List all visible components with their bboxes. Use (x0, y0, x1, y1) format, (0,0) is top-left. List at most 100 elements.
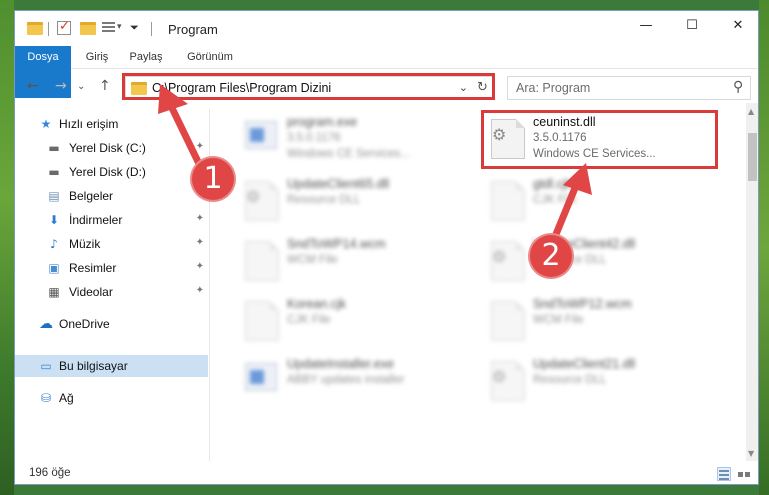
status-bar: 196 öğe (15, 463, 758, 484)
scroll-down-icon[interactable]: ▼ (748, 449, 754, 458)
sidebar-item-label: İndirmeler (69, 213, 123, 227)
documents-icon: ▤ (48, 189, 60, 203)
gear-icon: ⚙ (246, 187, 261, 206)
file-name: Korean.cjk (287, 297, 347, 311)
title-bar: ▾ ⏷ Program — ☐ ✕ (15, 11, 758, 45)
file-icon (245, 301, 279, 341)
sidebar-item-label: Belgeler (69, 189, 114, 203)
sidebar-item-onedrive[interactable]: ☁ OneDrive (15, 313, 208, 335)
qat-menu-icon[interactable]: ⏷ (130, 21, 139, 35)
file-type: CJK File (287, 314, 331, 326)
file-item[interactable]: SndToWP12.wcm WCM File (483, 295, 718, 347)
sidebar-item-label: OneDrive (59, 317, 110, 331)
close-button[interactable]: ✕ (715, 11, 758, 41)
computer-icon: ▭ (40, 359, 52, 373)
sidebar-item-music[interactable]: ♪ Müzik ✦ (15, 233, 208, 255)
divider (48, 22, 49, 36)
file-type: WCM File (533, 314, 584, 326)
network-icon: ⛁ (40, 391, 52, 405)
sidebar-item-pictures[interactable]: ▣ Resimler ✦ (15, 257, 208, 279)
file-name: UpdateClient21.dll (533, 357, 636, 371)
file-name: program.exe (287, 115, 358, 129)
details-view-button[interactable] (717, 467, 731, 481)
sidebar-item-this-pc[interactable]: ▭ Bu bilgisayar (15, 355, 208, 377)
file-item[interactable]: Korean.cjk CJK File (237, 295, 472, 347)
callout-step-2: 2 (530, 235, 572, 277)
star-icon: ★ (40, 117, 52, 131)
back-button[interactable]: ← (27, 78, 39, 94)
sidebar-item-quick-access[interactable]: ★ Hızlı erişim (15, 113, 208, 135)
file-item[interactable]: ⚙ UpdateClient42.dll Resource DLL (483, 235, 718, 287)
desktop-background-right (759, 0, 769, 495)
tab-share[interactable]: Paylaş (123, 46, 169, 69)
pin-icon[interactable]: ✦ (196, 261, 204, 272)
pin-icon[interactable]: ✦ (196, 237, 204, 248)
address-highlight-box (122, 73, 495, 100)
file-description: Windows CE Services... (287, 148, 410, 160)
file-item[interactable]: SndToWP14.wcm WCM File (237, 235, 472, 287)
recent-locations-button[interactable]: ⌄ (77, 81, 85, 92)
minimize-button[interactable]: — (623, 11, 669, 41)
sidebar-item-documents[interactable]: ▤ Belgeler ✦ (15, 185, 208, 207)
pin-icon[interactable]: ✦ (196, 141, 204, 152)
qat-dropdown-icon[interactable]: ▾ (117, 22, 122, 32)
navigation-pane: ★ Hızlı erişim ▬ Yerel Disk (C:) ✦ ▬ Yer… (15, 109, 210, 461)
exe-icon (245, 363, 277, 391)
sidebar-item-disk-d[interactable]: ▬ Yerel Disk (D:) (15, 161, 208, 183)
pictures-icon: ▣ (48, 261, 60, 275)
folder-icon (27, 22, 43, 35)
tab-home[interactable]: Giriş (77, 46, 117, 69)
search-box[interactable]: Ara: Program ⚲ (507, 76, 751, 100)
file-item[interactable]: ⚙ UpdateClient21.dll Resource DLL (483, 355, 718, 407)
search-input[interactable]: Ara: Program (516, 81, 590, 95)
sidebar-item-label: Resimler (69, 261, 117, 275)
file-version: 3.5.0.1176 (287, 132, 341, 144)
sidebar-item-downloads[interactable]: ⬇ İndirmeler ✦ (15, 209, 208, 231)
sidebar-item-label: Hızlı erişim (59, 117, 119, 131)
file-name: SndToWP12.wcm (533, 297, 632, 311)
item-count: 196 öğe (29, 467, 71, 479)
download-icon: ⬇ (48, 213, 60, 227)
file-type: Resource DLL (287, 194, 361, 206)
video-icon: ▦ (48, 285, 60, 299)
sidebar-item-videos[interactable]: ▦ Videolar ✦ (15, 281, 208, 303)
file-highlight-box (481, 110, 718, 169)
scroll-up-icon[interactable]: ▲ (748, 107, 754, 116)
new-folder-icon[interactable] (80, 22, 96, 35)
file-item[interactable]: program.exe 3.5.0.1176 Windows CE Servic… (237, 113, 472, 165)
large-icons-view-button[interactable] (737, 467, 751, 481)
file-name: SndToWP14.wcm (287, 237, 386, 251)
maximize-button[interactable]: ☐ (669, 11, 715, 41)
window-title: Program (168, 22, 218, 37)
file-item[interactable]: gtdl.cjk CJK File (483, 175, 718, 227)
sidebar-item-network[interactable]: ⛁ Ağ (15, 387, 208, 409)
pin-icon[interactable]: ✦ (196, 285, 204, 296)
sidebar-item-disk-c[interactable]: ▬ Yerel Disk (C:) ✦ (15, 137, 208, 159)
scrollbar-thumb[interactable] (748, 133, 757, 181)
sidebar-item-label: Bu bilgisayar (59, 359, 128, 373)
file-name: gtdl.cjk (533, 177, 572, 191)
properties-check-icon[interactable] (57, 19, 71, 35)
tab-view[interactable]: Görünüm (179, 46, 241, 69)
search-icon[interactable]: ⚲ (733, 79, 743, 95)
vertical-scrollbar[interactable]: ▲ ▼ (746, 103, 758, 461)
exe-icon (245, 121, 277, 149)
callout-step-1: 1 (192, 158, 234, 200)
file-item[interactable]: ⚙ UpdateClient65.dll Resource DLL (237, 175, 472, 227)
gear-icon: ⚙ (492, 247, 507, 266)
sidebar-item-label: Videolar (69, 285, 113, 299)
music-icon: ♪ (50, 237, 58, 251)
cloud-icon: ☁ (39, 316, 53, 332)
sidebar-item-label: Müzik (69, 237, 101, 251)
gear-icon: ⚙ (492, 367, 507, 386)
sidebar-item-label: Yerel Disk (D:) (69, 165, 146, 179)
pin-icon[interactable]: ✦ (196, 213, 204, 224)
up-button[interactable]: ↑ (99, 78, 111, 94)
file-type: Resource DLL (533, 374, 607, 386)
sidebar-item-label: Ağ (59, 391, 74, 405)
file-item[interactable]: UpdateInstaller.exe ABBY updates install… (237, 355, 472, 407)
forward-button[interactable]: → (55, 78, 67, 94)
customize-icon[interactable] (102, 22, 115, 35)
file-type: CJK File (533, 194, 577, 206)
divider (151, 22, 152, 36)
